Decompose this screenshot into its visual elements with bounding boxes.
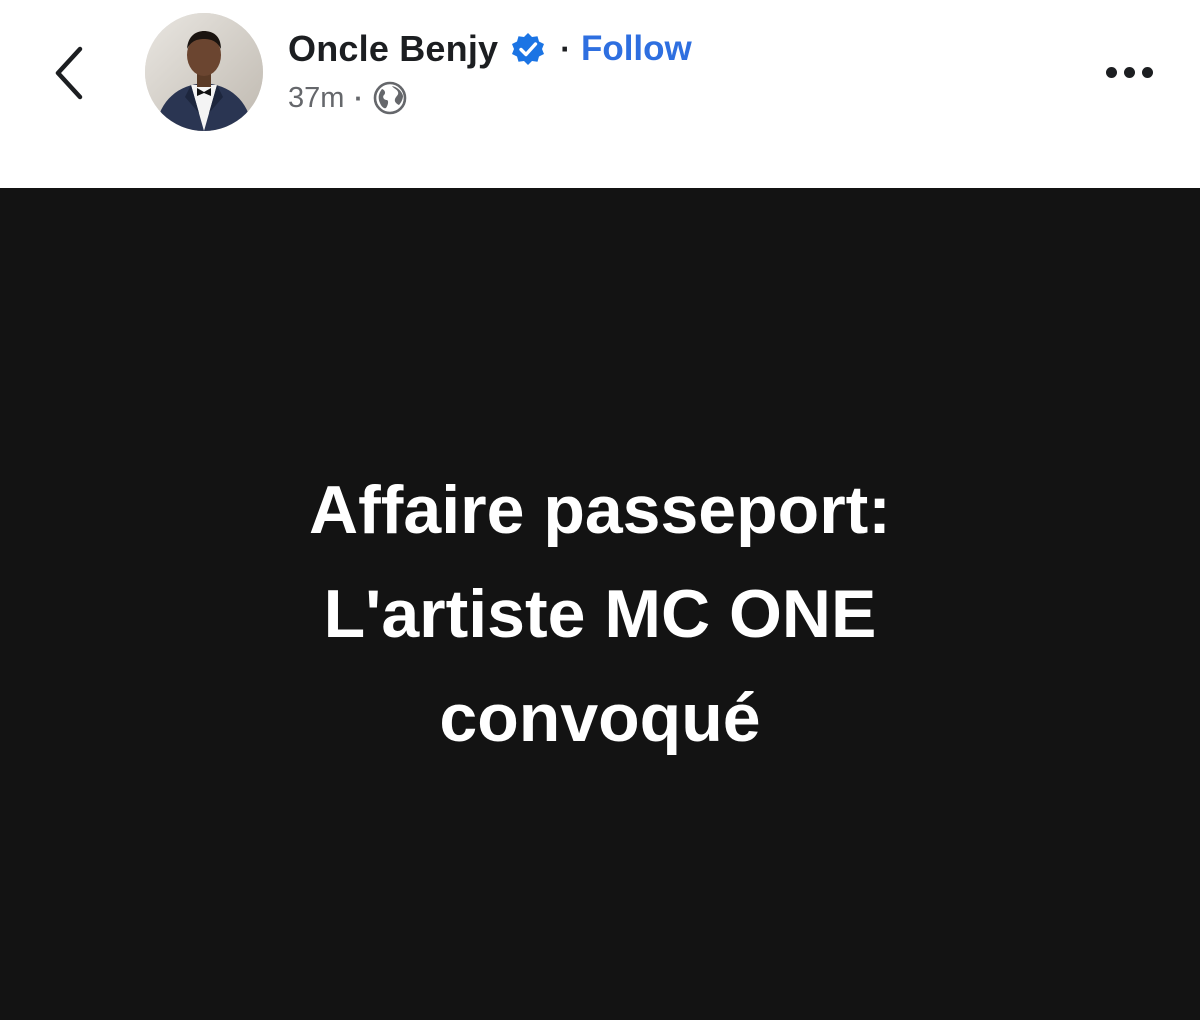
post-timestamp[interactable]: 37m — [288, 82, 344, 115]
post-text-line: Affaire passeport: — [309, 472, 891, 548]
chevron-left-icon — [55, 46, 83, 100]
author-name[interactable]: Oncle Benjy — [288, 28, 498, 70]
post-meta: 37m · — [288, 78, 407, 118]
more-options-button[interactable] — [1092, 50, 1166, 94]
meta-separator: · — [354, 82, 364, 113]
avatar[interactable] — [145, 13, 263, 131]
post-header: Oncle Benjy · Follow 37m · — [0, 0, 1200, 188]
post-text-line: L'artiste MC ONE — [323, 576, 877, 652]
post-text-card[interactable]: Affaire passeport: L'artiste MC ONE conv… — [0, 188, 1200, 1020]
globe-icon[interactable] — [373, 81, 407, 115]
more-horizontal-icon-dot — [1105, 66, 1117, 78]
avatar-photo — [145, 13, 263, 131]
post-text-line: convoqué — [439, 680, 761, 756]
post-text: Affaire passeport: L'artiste MC ONE conv… — [309, 458, 891, 770]
author-row: Oncle Benjy · Follow — [288, 26, 692, 72]
back-button[interactable] — [40, 38, 100, 108]
name-separator: · — [560, 30, 571, 67]
follow-button[interactable]: Follow — [581, 29, 692, 69]
verified-badge-icon — [510, 31, 546, 67]
more-horizontal-icon-dot — [1123, 66, 1135, 78]
more-horizontal-icon-dot — [1141, 66, 1153, 78]
